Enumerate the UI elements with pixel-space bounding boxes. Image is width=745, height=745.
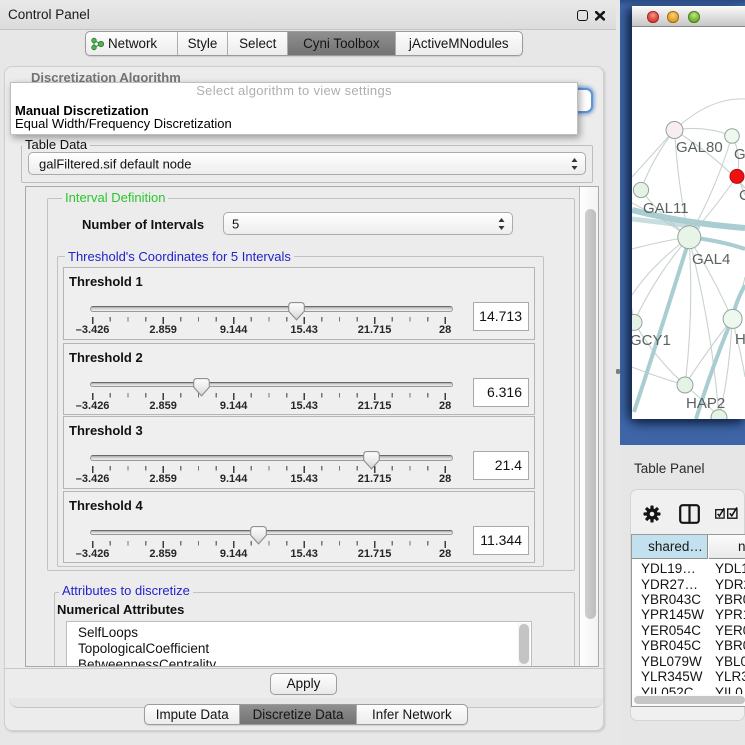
svg-text:HAP2: HAP2 [686,395,725,412]
svg-text:GAL80: GAL80 [676,139,723,156]
svg-text:H: H [735,331,745,348]
svg-text:C: C [739,187,745,204]
svg-text:GAL4: GAL4 [692,251,730,268]
svg-text:GAL11: GAL11 [643,200,689,217]
svg-text:GA: GA [734,146,745,163]
svg-text:GCY1: GCY1 [632,332,671,349]
